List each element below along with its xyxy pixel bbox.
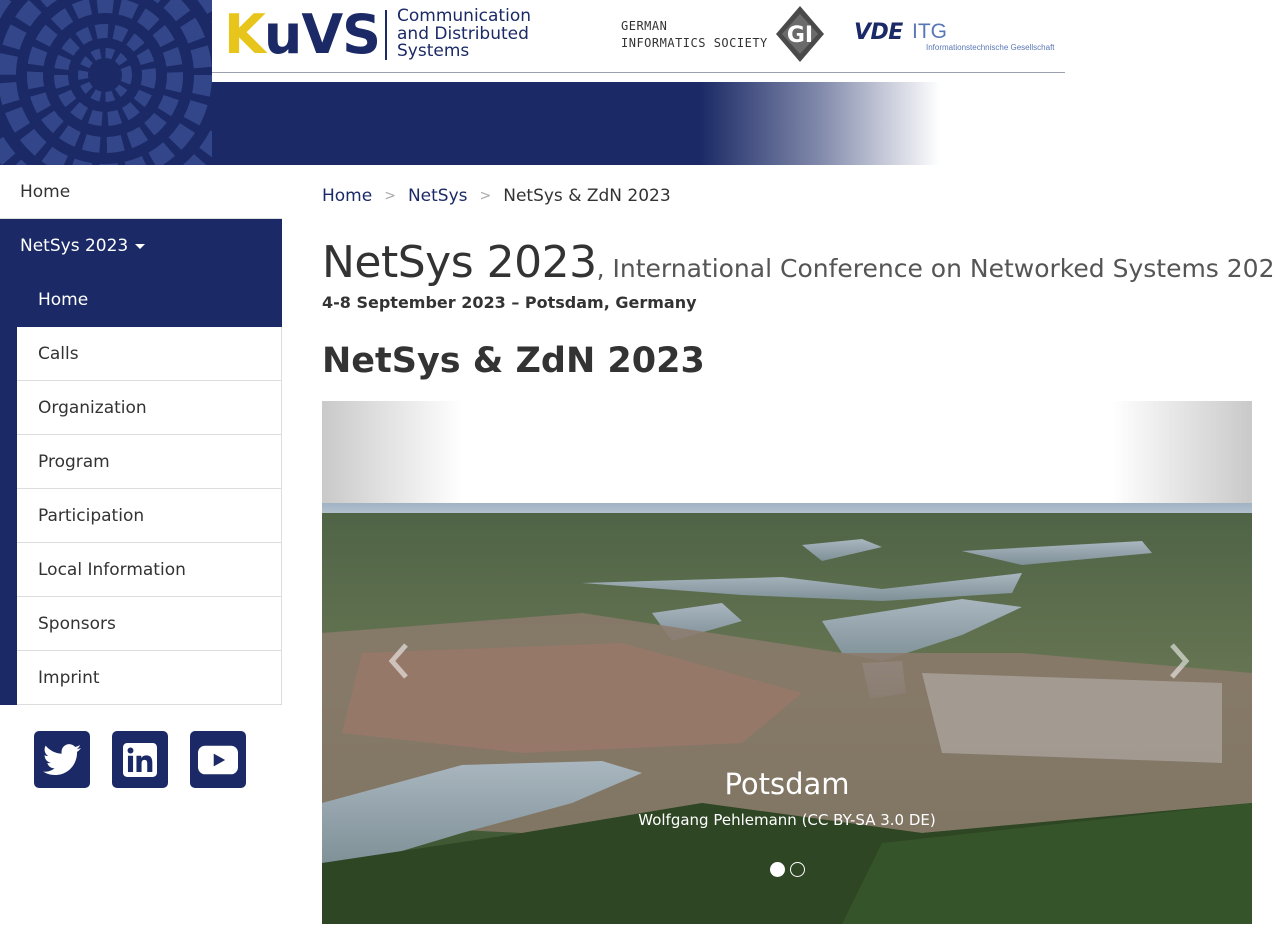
carousel-image [322,503,1252,924]
page-title: NetSys 2023, International Conference on… [322,237,1274,288]
sidebar-subitem-sponsors[interactable]: Sponsors [17,597,282,651]
carousel-indicator-1[interactable] [770,862,785,877]
sidebar-submenu: Home Calls Organization Program Particip… [0,273,282,705]
linkedin-icon [123,742,157,777]
vde-logo[interactable]: VDE [854,20,903,45]
sidebar-subitem-imprint[interactable]: Imprint [17,651,282,705]
youtube-icon [198,745,238,774]
carousel-indicators [770,862,805,877]
sidebar-nav: Home NetSys 2023 Home Calls Organization… [0,165,282,705]
twitter-icon [43,743,81,775]
page-title-subtitle: , International Conference on Networked … [596,254,1274,283]
image-carousel[interactable]: Potsdam Wolfgang Pehlemann (CC BY-SA 3.0… [322,401,1252,924]
site-header: KuVS Communication and Distributed Syste… [0,0,1274,165]
sidebar-subitem-participation[interactable]: Participation [17,489,282,543]
page-title-main: NetSys 2023 [322,237,597,288]
gi-logo[interactable]: GI [776,6,824,62]
chevron-left-icon [388,643,408,679]
itg-subtitle: Informationstechnische Gesellschaft [926,43,1055,52]
breadcrumb-home[interactable]: Home [322,186,372,206]
youtube-button[interactable] [190,731,246,788]
twitter-button[interactable] [34,731,90,788]
kuvs-subtitle: Communication and Distributed Systems [397,6,531,61]
breadcrumb-current: NetSys & ZdN 2023 [503,186,671,206]
carousel-indicator-2[interactable] [790,862,805,877]
breadcrumb-separator: > [479,188,492,204]
event-date-location: 4-8 September 2023 – Potsdam, Germany [322,293,697,312]
carousel-prev-button[interactable] [384,641,414,681]
gi-logo-text: GERMAN INFORMATICS SOCIETY [621,19,768,50]
carousel-caption: Potsdam Wolfgang Pehlemann (CC BY-SA 3.0… [322,767,1252,829]
carousel-caption-title: Potsdam [724,767,850,801]
sidebar-subitem-organization[interactable]: Organization [17,381,282,435]
sidebar-subitem-program[interactable]: Program [17,435,282,489]
sidebar-subitem-local-information[interactable]: Local Information [17,543,282,597]
carousel-next-button[interactable] [1164,641,1194,681]
sidebar-subitem-home[interactable]: Home [17,273,282,327]
itg-logo[interactable]: ITG [912,20,947,44]
kuvs-logo[interactable]: KuVS [224,6,381,64]
breadcrumb: Home > NetSys > NetSys & ZdN 2023 [322,186,671,206]
social-links [34,731,246,788]
sidebar-subitem-calls[interactable]: Calls [17,327,282,381]
linkedin-button[interactable] [112,731,168,788]
breadcrumb-separator: > [384,188,396,204]
chevron-right-icon [1170,643,1190,679]
breadcrumb-netsys[interactable]: NetSys [408,186,468,206]
svg-text:GI: GI [787,23,813,48]
section-title: NetSys & ZdN 2023 [322,341,705,381]
sidebar-item-home[interactable]: Home [0,165,282,219]
caret-down-icon [135,243,146,249]
sidebar-item-netsys-2023[interactable]: NetSys 2023 [0,219,282,273]
header-pattern [0,0,212,165]
carousel-caption-credit: Wolfgang Pehlemann (CC BY-SA 3.0 DE) [638,811,936,829]
